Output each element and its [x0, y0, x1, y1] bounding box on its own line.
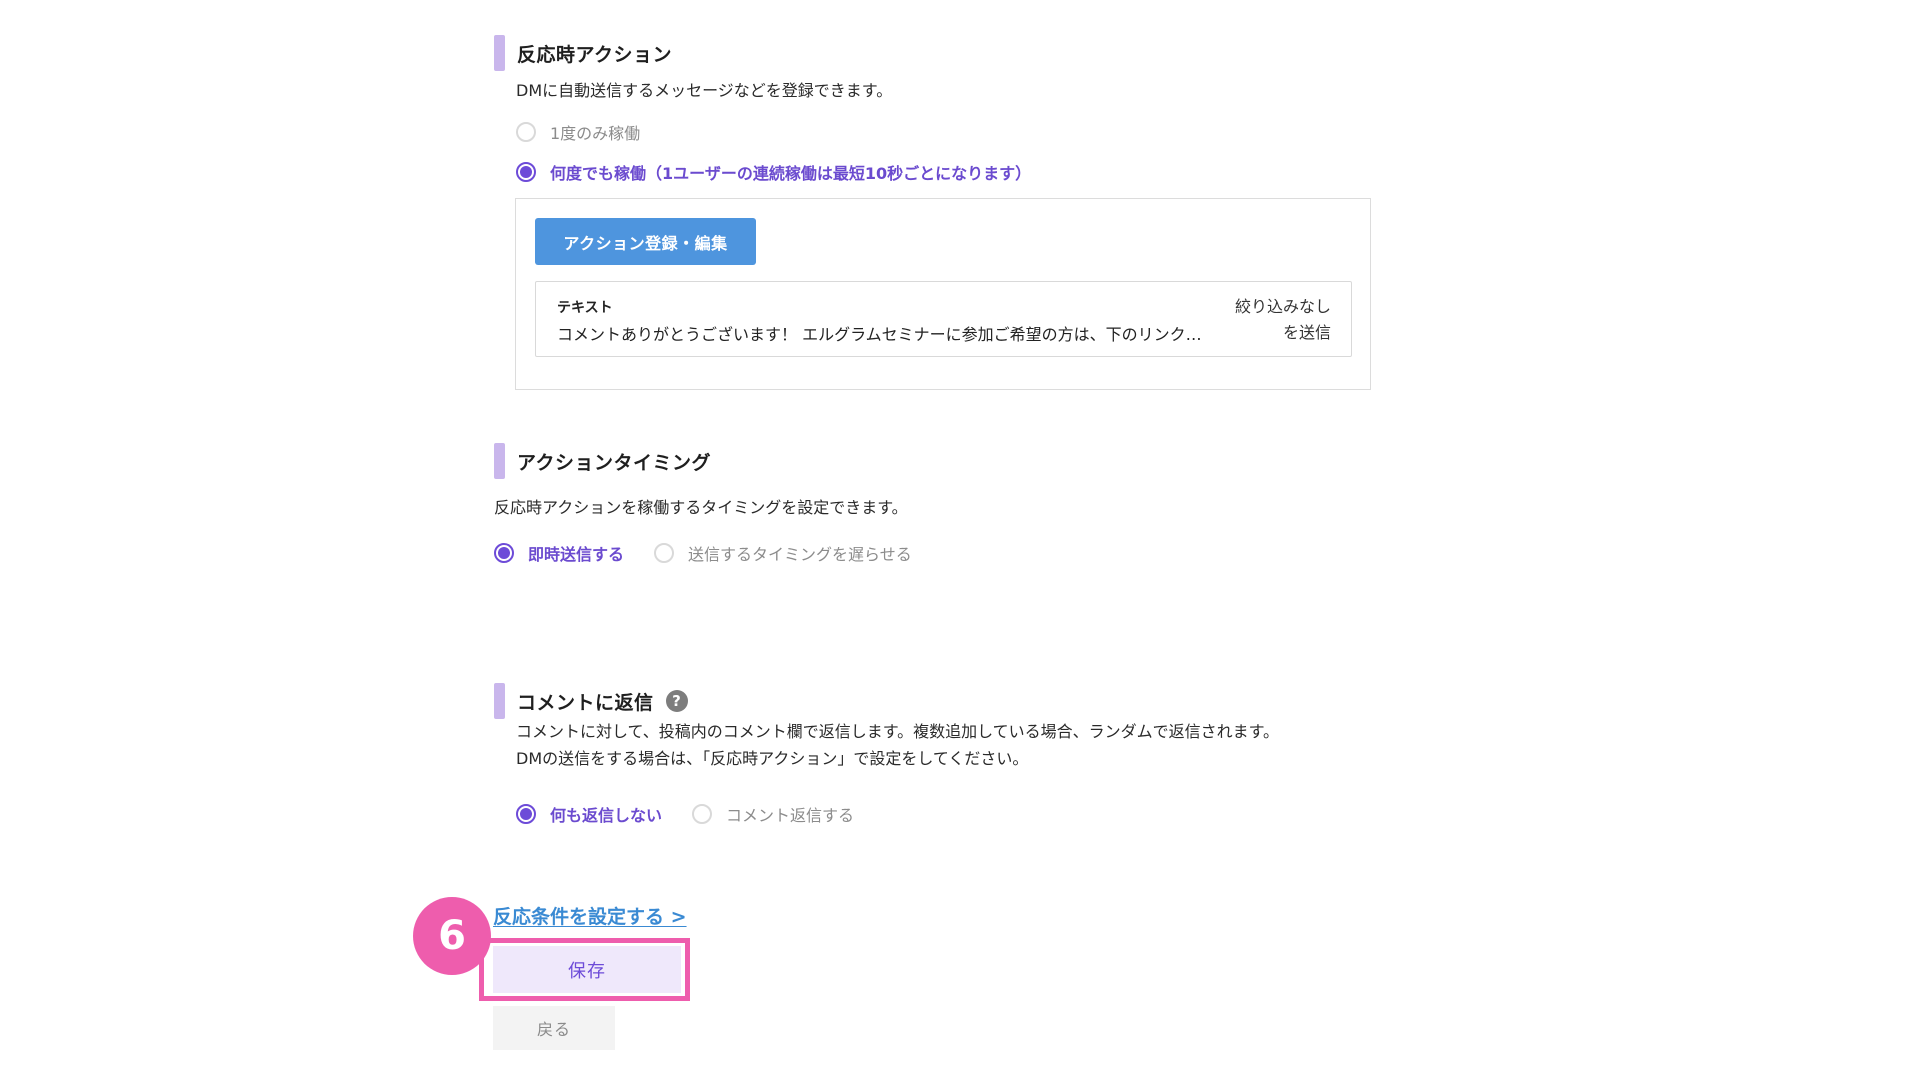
action-item-filter: 絞り込みなし を送信: [1211, 294, 1331, 346]
radio-circle[interactable]: [654, 543, 675, 563]
back-button[interactable]: 戻る: [493, 1006, 615, 1050]
action-item-filter-line2: を送信: [1282, 323, 1331, 342]
radio-reply-label: コメント返信する: [726, 806, 855, 825]
page: 反応時アクション DMに自動送信するメッセージなどを登録できます。 1度のみ稼働…: [0, 0, 1920, 1080]
radio-circle-checked[interactable]: [516, 804, 536, 824]
action-timing-radio-group: 即時送信する 送信するタイミングを遅らせる: [494, 541, 912, 565]
radio-repeat[interactable]: 何度でも稼働（1ユーザーの連続稼働は最短10秒ごとになります）: [516, 160, 1031, 184]
radio-no-reply[interactable]: 何も返信しない: [516, 802, 662, 826]
comment-reply-radio-group: 何も返信しない コメント返信する: [516, 802, 854, 826]
set-reaction-condition-link[interactable]: 反応条件を設定する >: [493, 902, 687, 929]
help-icon[interactable]: ?: [665, 690, 688, 712]
section-accent-bar: [494, 443, 505, 479]
radio-delay-label: 送信するタイミングを遅らせる: [688, 545, 912, 564]
section-accent-bar: [494, 35, 505, 71]
radio-immediate-label: 即時送信する: [528, 545, 625, 564]
comment-reply-description-line2: DMの送信をする場合は、「反応時アクション」で設定をしてください。: [516, 749, 1029, 768]
save-button[interactable]: 保存: [493, 946, 681, 993]
section-accent-bar: [494, 683, 505, 719]
radio-repeat-label: 何度でも稼働（1ユーザーの連続稼働は最短10秒ごとになります）: [550, 164, 1032, 183]
action-item[interactable]: テキスト コメントありがとうございます！ エルグラムセミナーに参加ご希望の方は、…: [535, 281, 1352, 357]
radio-immediate[interactable]: 即時送信する: [494, 541, 624, 565]
action-box: アクション登録・編集 テキスト コメントありがとうございます！ エルグラムセミナ…: [515, 198, 1371, 390]
radio-once-label: 1度のみ稼働: [550, 124, 641, 143]
action-timing-title: アクションタイミング: [517, 451, 712, 474]
reaction-action-description: DMに自動送信するメッセージなどを登録できます。: [516, 81, 893, 100]
radio-circle-checked[interactable]: [494, 543, 514, 563]
radio-no-reply-label: 何も返信しない: [550, 806, 663, 825]
radio-reply[interactable]: コメント返信する: [692, 802, 854, 826]
radio-circle[interactable]: [692, 804, 713, 824]
radio-once[interactable]: 1度のみ稼働: [516, 120, 640, 144]
comment-reply-description: コメントに対して、投稿内のコメント欄で返信します。複数追加している場合、ランダム…: [516, 718, 1279, 772]
action-timing-description: 反応時アクションを稼働するタイミングを設定できます。: [494, 498, 908, 517]
reaction-action-title: 反応時アクション: [517, 43, 673, 66]
comment-reply-section: コメントに返信 ?: [494, 683, 688, 719]
action-timing-section: アクションタイミング: [494, 443, 711, 479]
reaction-action-header: 反応時アクション: [494, 35, 672, 71]
reaction-action-section: 反応時アクション: [494, 35, 672, 71]
radio-delay[interactable]: 送信するタイミングを遅らせる: [654, 541, 912, 565]
radio-circle-checked[interactable]: [516, 162, 536, 182]
action-item-text: コメントありがとうございます！ エルグラムセミナーに参加ご希望の方は、下のリンク…: [557, 325, 1202, 344]
action-timing-header: アクションタイミング: [494, 443, 711, 479]
action-register-edit-button[interactable]: アクション登録・編集: [535, 218, 756, 265]
radio-circle[interactable]: [516, 122, 536, 142]
action-item-filter-line1: 絞り込みなし: [1234, 297, 1331, 316]
comment-reply-header: コメントに返信 ?: [494, 683, 688, 719]
step-number-badge: 6: [413, 897, 491, 975]
comment-reply-description-line1: コメントに対して、投稿内のコメント欄で返信します。複数追加している場合、ランダム…: [516, 722, 1280, 741]
action-item-type: テキスト: [557, 300, 613, 316]
comment-reply-title: コメントに返信: [517, 691, 654, 714]
